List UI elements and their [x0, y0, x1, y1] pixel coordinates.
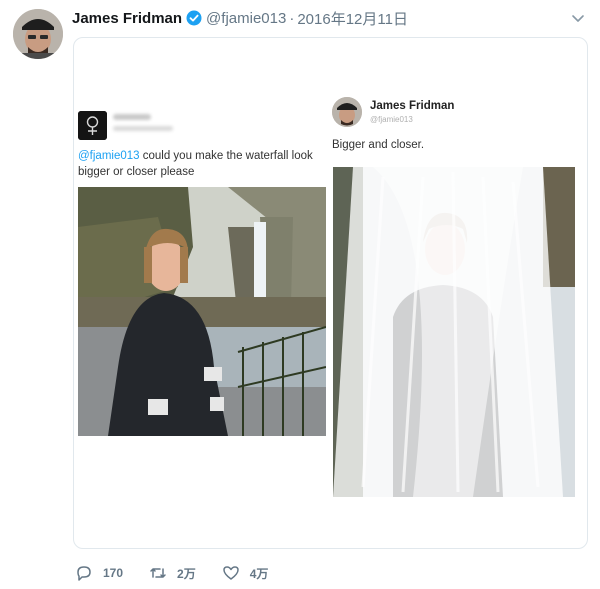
retweet-icon [150, 568, 166, 578]
tweet-actions: 170 2万 4万 [75, 562, 294, 584]
tweet-timestamp[interactable]: 2016年12月11日 [297, 8, 408, 29]
like-count: 4万 [249, 566, 269, 581]
retweet-button[interactable]: 2万 [149, 564, 196, 582]
embedded-handle: @fjamie013 [370, 115, 413, 124]
tweet: James Fridman @fjamie013 · 2016年12月11日 @… [0, 0, 600, 589]
blurred-name [113, 114, 151, 120]
heart-icon [222, 566, 239, 580]
embedded-mention: @fjamie013 [78, 150, 140, 162]
tweet-header: James Fridman @fjamie013 · 2016年12月11日 [72, 8, 408, 29]
embedded-photo-left [78, 187, 326, 436]
avatar[interactable] [13, 9, 63, 59]
embedded-avatar-right [332, 97, 362, 127]
embedded-reply-text: Bigger and closer. [332, 139, 425, 151]
verified-badge-icon [186, 10, 202, 26]
embedded-display-name: James Fridman [370, 100, 455, 112]
tweet-media-image[interactable]: @fjamie013 could you make the waterfall … [73, 37, 588, 549]
embedded-photo-right [333, 167, 575, 497]
blurred-handle [113, 126, 173, 131]
separator: · [289, 9, 295, 27]
like-button[interactable]: 4万 [222, 564, 269, 582]
embedded-tweet-text-left: @fjamie013 could you make the waterfall … [78, 148, 338, 180]
embedded-avatar-left [78, 111, 107, 140]
user-handle[interactable]: @fjamie013 [206, 10, 286, 27]
chevron-down-icon[interactable] [570, 10, 586, 26]
reply-icon [77, 566, 91, 581]
reply-count: 170 [103, 566, 124, 580]
retweet-count: 2万 [177, 566, 196, 581]
display-name[interactable]: James Fridman [72, 10, 182, 27]
reply-button[interactable]: 170 [75, 564, 123, 582]
